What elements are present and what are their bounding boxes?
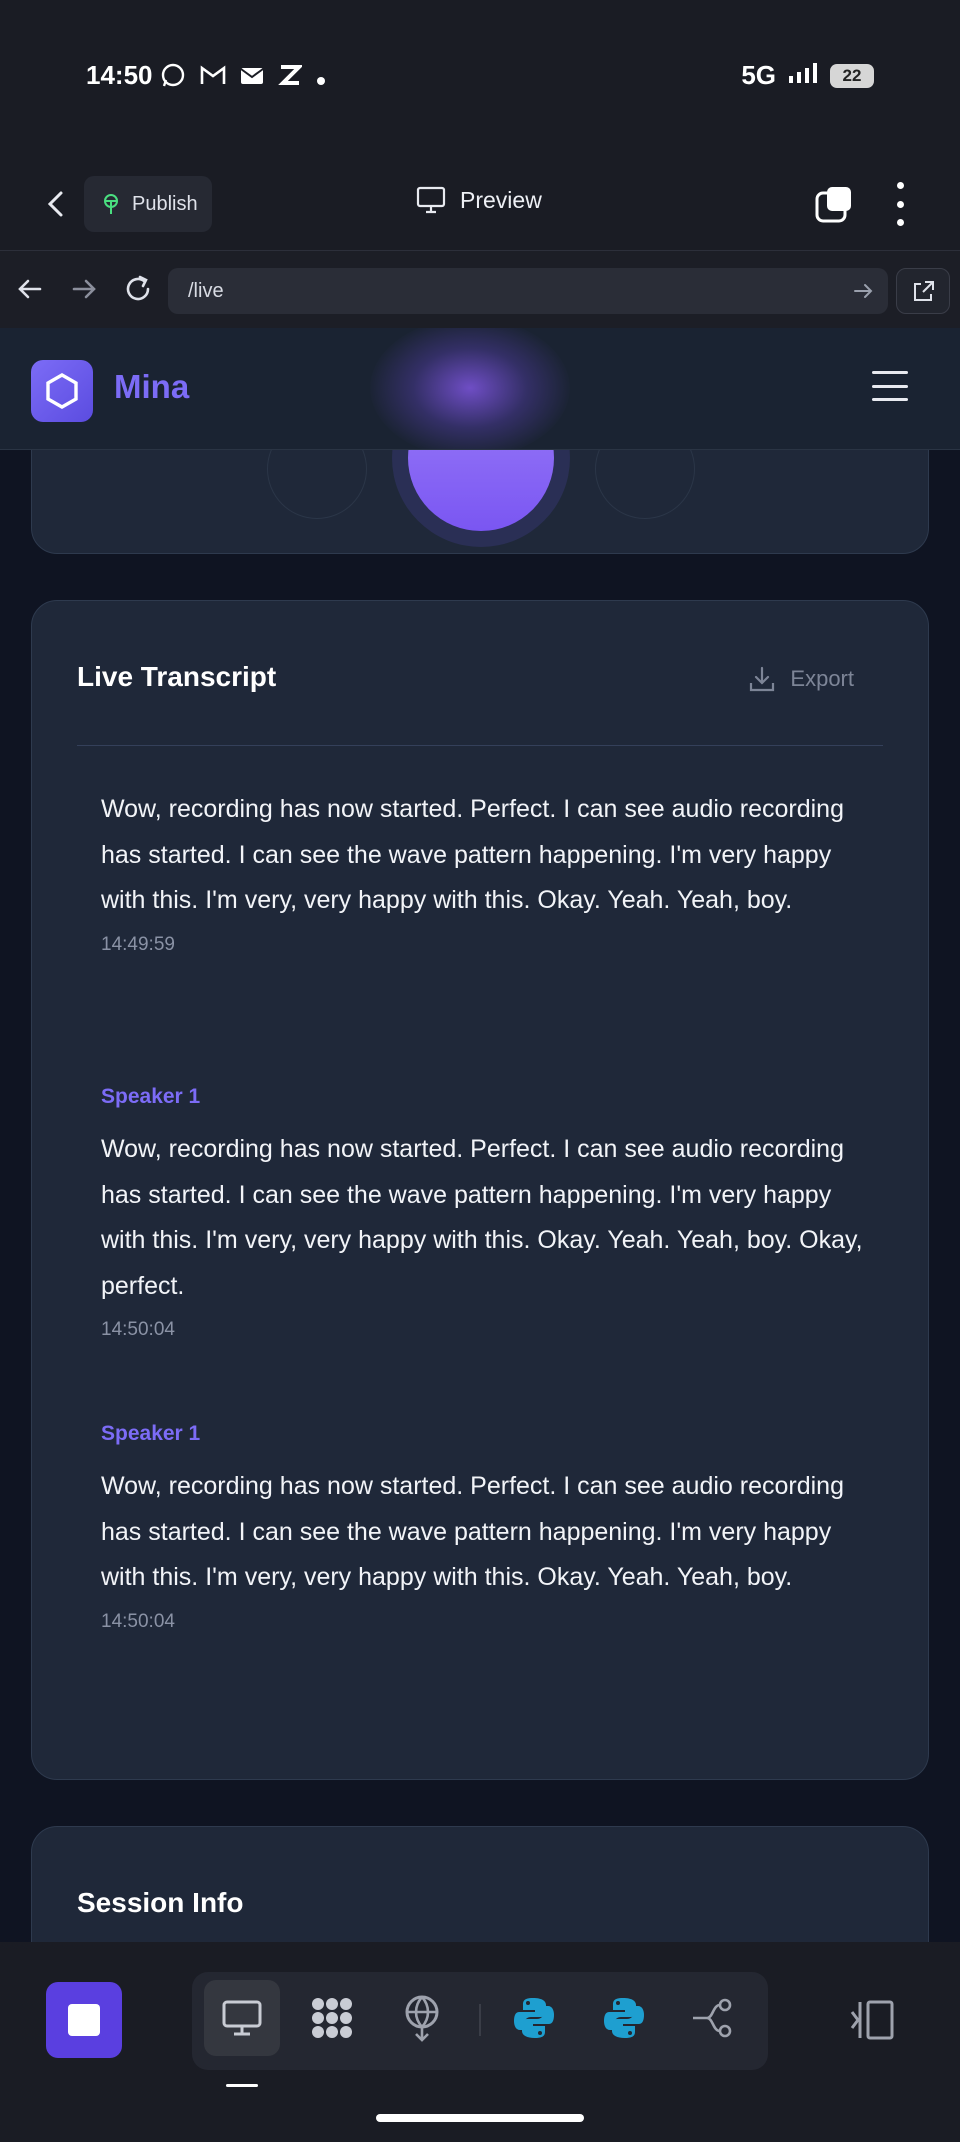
more-options-icon[interactable] — [888, 182, 912, 226]
page-viewport: Mina Live Transcript Export Wow, recordi… — [0, 328, 960, 1942]
z-app-icon — [278, 63, 304, 94]
entry-text: Wow, recording has now started. Perfect.… — [101, 795, 844, 914]
session-title: Session Info — [77, 1887, 244, 1918]
publish-icon — [104, 194, 118, 214]
preview-label: Preview — [460, 186, 542, 213]
preview-toggle[interactable]: Preview — [416, 186, 542, 214]
nav-forward-icon[interactable] — [66, 271, 102, 307]
chevron-left-icon — [47, 191, 63, 217]
toolbar-separator — [479, 2004, 481, 2036]
python-icon[interactable] — [496, 1980, 572, 2056]
git-branch-icon[interactable] — [676, 1980, 752, 2056]
status-right: 5G 22 — [741, 60, 874, 91]
hexagon-logo-icon — [46, 373, 78, 409]
app-header: Mina — [0, 328, 960, 450]
tool-group — [192, 1972, 768, 2070]
notification-icons — [160, 62, 326, 95]
grid-app-icon[interactable] — [294, 1980, 370, 2056]
divider — [77, 745, 883, 746]
home-indicator[interactable] — [376, 2114, 584, 2122]
transcript-card: Live Transcript Export Wow, recording ha… — [31, 600, 929, 1780]
transcript-title: Live Transcript — [77, 661, 277, 692]
entry-text: Wow, recording has now started. Perfect.… — [101, 1472, 844, 1591]
logo[interactable] — [31, 360, 93, 422]
nav-back-icon[interactable] — [12, 271, 48, 307]
deploy-icon[interactable] — [384, 1980, 460, 2056]
signal-icon — [788, 62, 818, 89]
url-input[interactable]: /live — [168, 268, 888, 314]
open-external-button[interactable] — [896, 268, 950, 314]
status-bar: 14:50 5G 22 — [0, 0, 960, 150]
stop-icon — [68, 2004, 100, 2036]
export-button[interactable]: Export — [748, 665, 854, 693]
status-time: 14:50 — [86, 60, 153, 90]
network-label: 5G — [741, 60, 776, 90]
mail-icon — [240, 65, 264, 93]
back-button[interactable] — [38, 186, 74, 222]
monitor-icon — [416, 186, 446, 214]
bottom-toolbar — [0, 1942, 960, 2142]
publish-label: Publish — [132, 192, 198, 215]
tabs-icon — [815, 187, 851, 223]
publish-button[interactable]: Publish — [84, 176, 212, 232]
active-tool-indicator — [226, 2084, 258, 2087]
export-label: Export — [790, 666, 854, 691]
python-icon[interactable] — [586, 1980, 662, 2056]
brand-name[interactable]: Mina — [114, 368, 189, 406]
header-glow — [370, 328, 570, 449]
gmail-icon — [200, 64, 226, 93]
hamburger-menu-icon[interactable] — [872, 371, 908, 401]
speaker-label: Speaker 1 — [101, 1085, 201, 1108]
speaker-label: Speaker 1 — [101, 1422, 201, 1445]
external-link-icon — [914, 281, 934, 301]
reload-icon[interactable] — [120, 271, 156, 307]
desktop-icon[interactable] — [204, 1980, 280, 2056]
entry-text: Wow, recording has now started. Perfect.… — [101, 1135, 863, 1300]
browser-bar: /live — [0, 250, 960, 328]
editor-top-bar: Publish Preview — [0, 160, 960, 250]
transcript-entry: Speaker 1 Wow, recording has now started… — [101, 1422, 881, 1633]
session-info-card: Session Info — [31, 1826, 929, 1942]
whatsapp-icon — [160, 62, 186, 95]
url-text: /live — [188, 280, 224, 302]
entry-time: 14:49:59 — [101, 933, 175, 955]
stop-button[interactable] — [46, 1982, 122, 2058]
entry-time: 14:50:04 — [101, 1610, 175, 1632]
battery-icon: 22 — [830, 63, 874, 88]
tabs-button[interactable] — [814, 184, 854, 224]
transcript-entry: Wow, recording has now started. Perfect.… — [101, 787, 881, 956]
side-panel-icon[interactable] — [848, 1998, 898, 2042]
transcript-entry: Speaker 1 Wow, recording has now started… — [101, 1085, 881, 1341]
download-icon — [750, 666, 775, 692]
entry-time: 14:50:04 — [101, 1319, 175, 1340]
go-arrow-icon[interactable] — [852, 280, 874, 302]
dot-icon — [316, 65, 326, 93]
